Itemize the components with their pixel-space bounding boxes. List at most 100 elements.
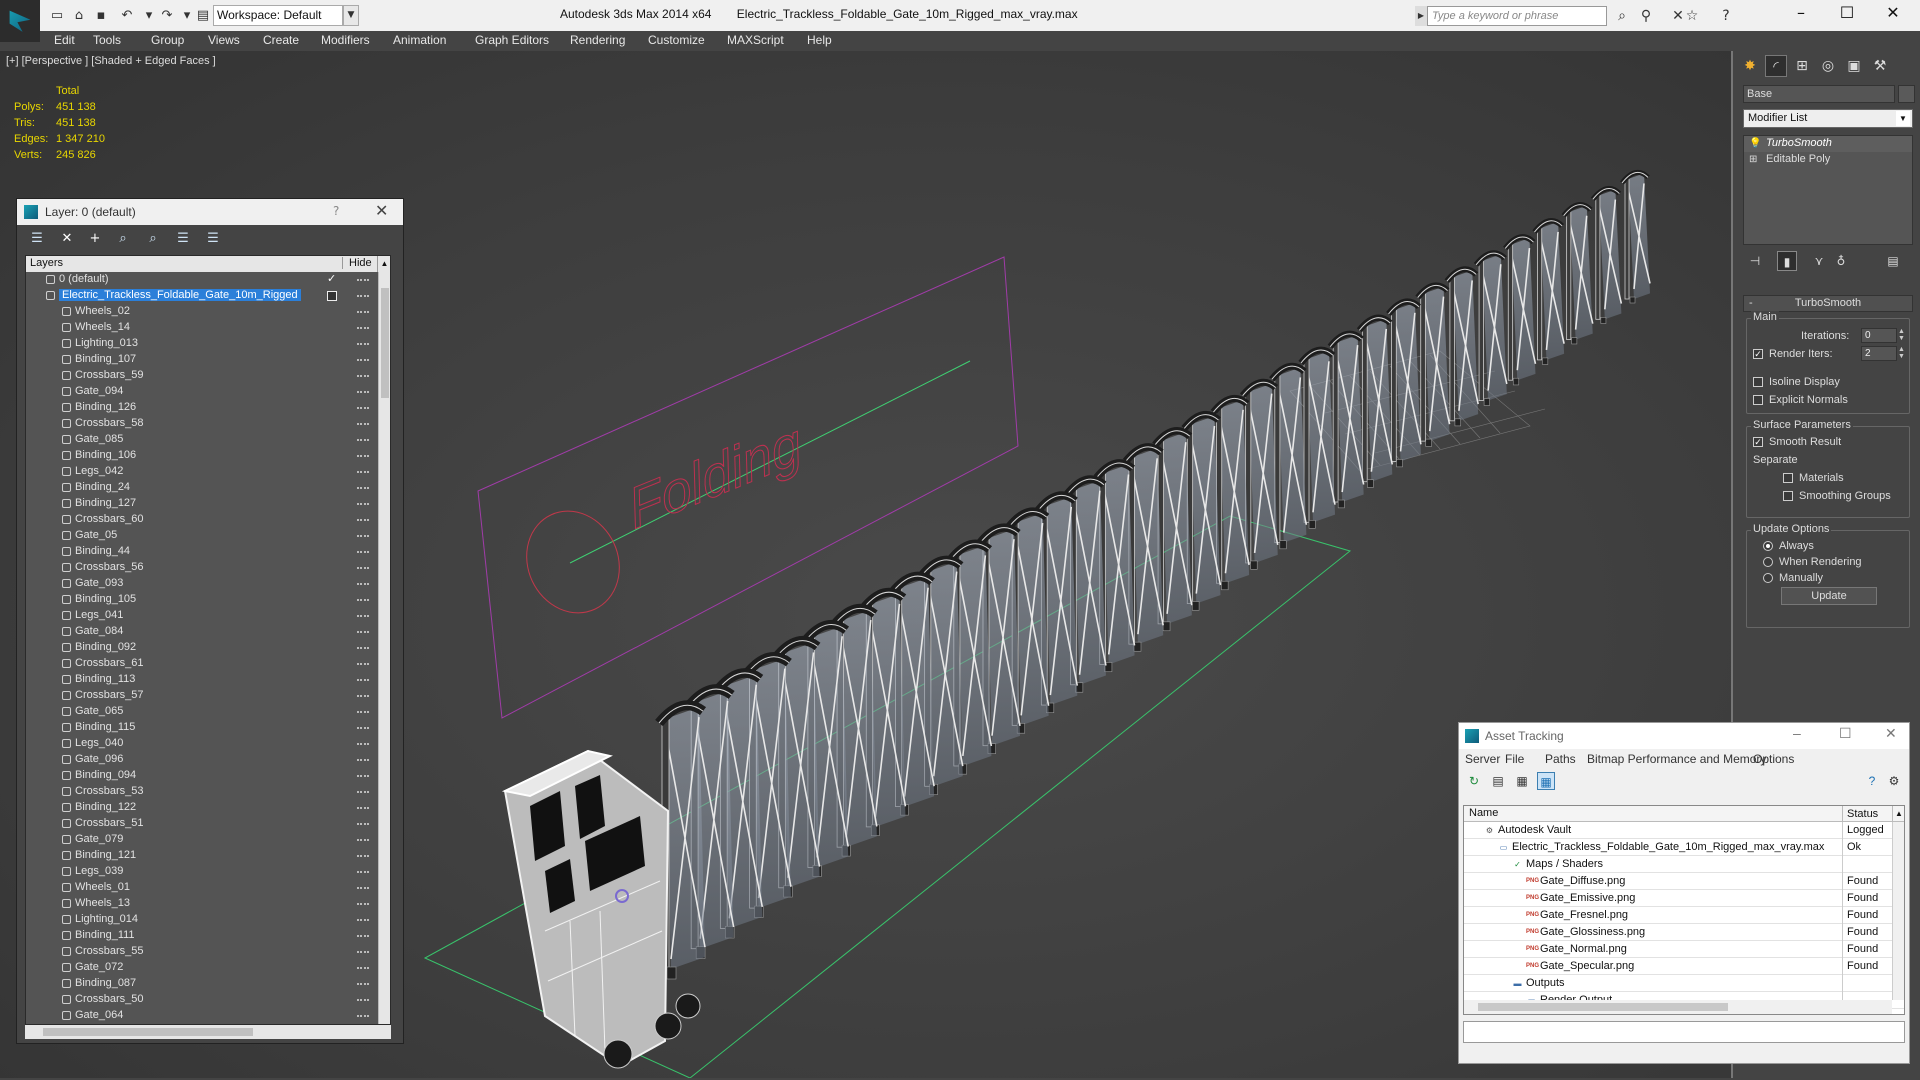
detail-view-icon[interactable]: ▦ bbox=[1513, 772, 1531, 790]
asset-row[interactable]: PNG Gate_Normal.png Found bbox=[1464, 941, 1904, 958]
hide-toggle-icon[interactable] bbox=[357, 887, 369, 889]
layer-row[interactable]: Gate_072 bbox=[26, 960, 390, 976]
binoculars-icon[interactable]: ⌕ bbox=[1612, 6, 1632, 26]
hide-toggle-icon[interactable] bbox=[357, 855, 369, 857]
layer-list-scrollbar[interactable] bbox=[378, 272, 390, 1024]
layer-row[interactable]: Gate_065 bbox=[26, 704, 390, 720]
layer-list-hscrollbar[interactable] bbox=[25, 1025, 391, 1039]
layer-row[interactable]: Crossbars_59 bbox=[26, 368, 390, 384]
spinner-arrows-icon[interactable]: ▲ ▼ bbox=[1898, 346, 1906, 361]
asset-row[interactable]: ▬ Outputs bbox=[1464, 975, 1904, 992]
hide-toggle-icon[interactable] bbox=[357, 935, 369, 937]
refresh-icon[interactable]: ↻ bbox=[1465, 772, 1483, 790]
hide-column-header[interactable]: Hide bbox=[342, 257, 378, 269]
highlight-selected-layer-icon[interactable]: ⌕ bbox=[143, 230, 163, 248]
menu-tools[interactable]: Tools bbox=[93, 33, 121, 47]
layer-row[interactable]: Binding_107 bbox=[26, 352, 390, 368]
settings-icon[interactable]: ⚙ bbox=[1885, 772, 1903, 790]
layer-row[interactable]: Binding_115 bbox=[26, 720, 390, 736]
hide-toggle-icon[interactable] bbox=[357, 759, 369, 761]
hide-toggle-icon[interactable] bbox=[357, 711, 369, 713]
configure-sets-icon[interactable]: ▤ bbox=[1883, 251, 1903, 271]
layer-dialog-help-button[interactable]: ? bbox=[333, 204, 339, 218]
utilities-tab-icon[interactable]: ⚒ bbox=[1869, 55, 1891, 77]
layer-row[interactable]: Crossbars_58 bbox=[26, 416, 390, 432]
layer-row[interactable]: Crossbars_53 bbox=[26, 784, 390, 800]
layer-row[interactable]: Binding_122 bbox=[26, 800, 390, 816]
menu-group[interactable]: Group bbox=[151, 33, 184, 47]
list-view-icon[interactable]: ▤ bbox=[1489, 772, 1507, 790]
display-tab-icon[interactable]: ▣ bbox=[1843, 55, 1865, 77]
stack-item[interactable]: ⊞ Editable Poly bbox=[1744, 152, 1912, 168]
menu-create[interactable]: Create bbox=[263, 33, 299, 47]
stack-item[interactable]: 💡 TurboSmooth bbox=[1744, 136, 1912, 152]
close-icon[interactable]: ✕ bbox=[1870, 0, 1916, 28]
hscrollbar-thumb[interactable] bbox=[43, 1028, 253, 1036]
hide-all-layers-icon[interactable]: ☰ bbox=[173, 230, 193, 248]
redo-icon[interactable]: ↷ bbox=[158, 7, 176, 24]
name-column-header[interactable]: Name bbox=[1469, 807, 1498, 819]
hide-toggle-icon[interactable] bbox=[357, 615, 369, 617]
app-logo[interactable] bbox=[0, 0, 40, 42]
layer-row[interactable]: Binding_106 bbox=[26, 448, 390, 464]
hide-toggle-icon[interactable] bbox=[357, 311, 369, 313]
hide-toggle-icon[interactable] bbox=[357, 775, 369, 777]
hide-toggle-icon[interactable] bbox=[357, 679, 369, 681]
menu-graph-editors[interactable]: Graph Editors bbox=[475, 33, 549, 47]
layer-row[interactable]: Binding_126 bbox=[26, 400, 390, 416]
motion-tab-icon[interactable]: ◎ bbox=[1817, 55, 1839, 77]
save-icon[interactable]: ▪ bbox=[92, 7, 110, 24]
layer-row[interactable]: Gate_093 bbox=[26, 576, 390, 592]
hide-toggle-icon[interactable] bbox=[357, 599, 369, 601]
layer-row[interactable]: Binding_092 bbox=[26, 640, 390, 656]
layer-row[interactable]: 0 (default) ✓ bbox=[26, 272, 390, 288]
layer-row[interactable]: Gate_084 bbox=[26, 624, 390, 640]
menu-customize[interactable]: Customize bbox=[648, 33, 705, 47]
layer-row[interactable]: Crossbars_55 bbox=[26, 944, 390, 960]
scroll-up-icon[interactable]: ▲ bbox=[1892, 806, 1904, 822]
layer-list[interactable]: Layers Hide ▲ 0 (default) ✓ Electric_Track… bbox=[25, 255, 391, 1025]
layer-row[interactable]: Gate_079 bbox=[26, 832, 390, 848]
asset-grid[interactable]: Name Status ▲ ⚙ Autodesk Vault Logged ▭ Elec… bbox=[1463, 805, 1905, 1015]
table-view-icon[interactable]: ▦ bbox=[1537, 772, 1555, 790]
hide-toggle-icon[interactable] bbox=[357, 823, 369, 825]
layer-row[interactable]: Lighting_013 bbox=[26, 336, 390, 352]
layer-row[interactable]: Gate_064 bbox=[26, 1008, 390, 1024]
hide-toggle-icon[interactable] bbox=[357, 423, 369, 425]
hide-toggle-icon[interactable] bbox=[357, 359, 369, 361]
layer-row[interactable]: Electric_Trackless_Foldable_Gate_10m_Rig… bbox=[26, 288, 390, 304]
open-file-icon[interactable]: ⌂ bbox=[70, 7, 88, 24]
pin-stack-icon[interactable]: ⊣ bbox=[1745, 251, 1765, 271]
hide-toggle-icon[interactable] bbox=[357, 631, 369, 633]
layer-row[interactable]: Wheels_13 bbox=[26, 896, 390, 912]
render-iters-checkbox[interactable]: ✓ bbox=[1753, 349, 1763, 359]
search-expand-icon[interactable]: ▶ bbox=[1415, 6, 1427, 26]
asset-row[interactable]: ✓ Maps / Shaders bbox=[1464, 856, 1904, 873]
asset-menu-options[interactable]: Options bbox=[1753, 752, 1794, 766]
asset-menu-bitmap-performance-and-memory[interactable]: Bitmap Performance and Memory bbox=[1587, 752, 1766, 766]
hide-toggle-icon[interactable] bbox=[357, 279, 369, 281]
hide-toggle-icon[interactable] bbox=[357, 295, 369, 297]
menu-help[interactable]: Help bbox=[807, 33, 832, 47]
make-current-layer-box[interactable] bbox=[327, 291, 337, 301]
chevron-down-icon[interactable]: ▼ bbox=[1896, 111, 1910, 126]
project-folder-icon[interactable]: ▤ bbox=[194, 7, 212, 24]
hide-toggle-icon[interactable] bbox=[357, 727, 369, 729]
asset-row[interactable]: PNG Gate_Specular.png Found bbox=[1464, 958, 1904, 975]
asset-menu-file[interactable]: File bbox=[1505, 752, 1524, 766]
hide-toggle-icon[interactable] bbox=[357, 439, 369, 441]
hide-toggle-icon[interactable] bbox=[357, 743, 369, 745]
hide-toggle-icon[interactable] bbox=[357, 551, 369, 553]
layer-dialog-titlebar[interactable]: Layer: 0 (default) ? ✕ bbox=[17, 199, 403, 225]
workspace-dropdown-icon[interactable]: ▼ bbox=[343, 5, 359, 26]
layer-row[interactable]: Legs_042 bbox=[26, 464, 390, 480]
layer-row[interactable]: Legs_040 bbox=[26, 736, 390, 752]
explicit-normals-checkbox[interactable] bbox=[1753, 395, 1763, 405]
layer-dialog-close-icon[interactable]: ✕ bbox=[375, 201, 388, 220]
hide-toggle-icon[interactable] bbox=[357, 567, 369, 569]
menu-views[interactable]: Views bbox=[208, 33, 240, 47]
layer-row[interactable]: Gate_05 bbox=[26, 528, 390, 544]
hide-toggle-icon[interactable] bbox=[357, 663, 369, 665]
hide-toggle-icon[interactable] bbox=[357, 807, 369, 809]
hide-toggle-icon[interactable] bbox=[357, 407, 369, 409]
